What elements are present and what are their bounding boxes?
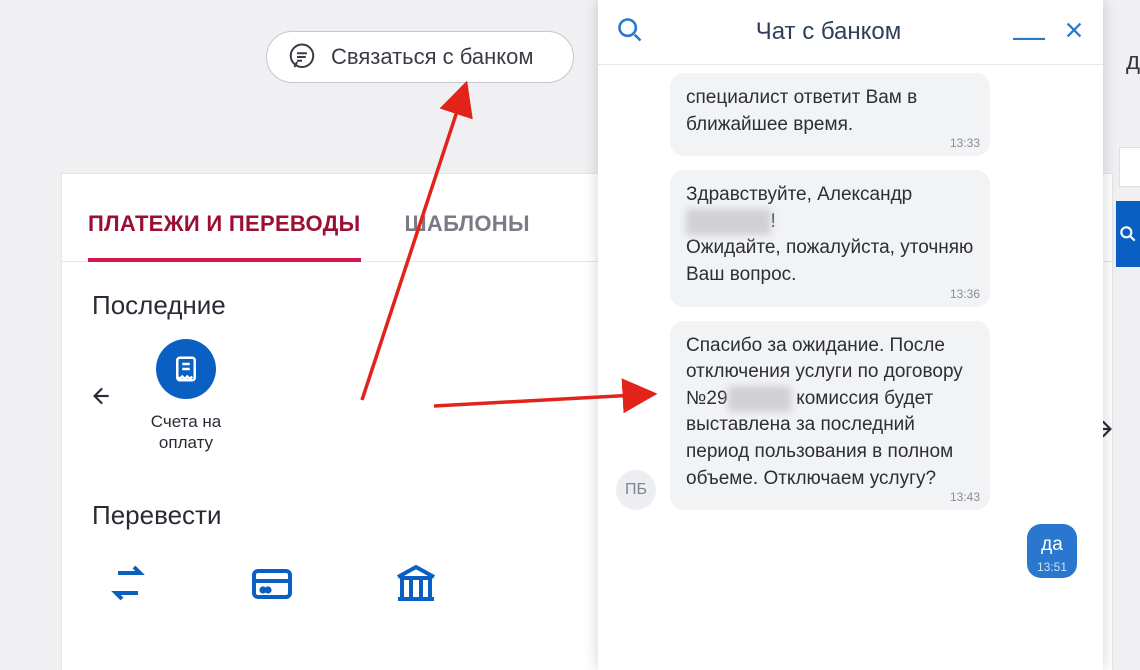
search-stub-button[interactable]: [1116, 201, 1140, 267]
close-button[interactable]: [1063, 19, 1085, 46]
redacted-text: ________: [686, 209, 771, 236]
chat-title: Чат с банком: [644, 18, 1013, 46]
chat-message: Здравствуйте, Александр ________! Ожидай…: [670, 170, 990, 306]
chat-message-text: !: [771, 211, 776, 232]
chat-message-text: специалист ответит Вам в ближайшее время…: [686, 87, 917, 135]
chat-message: специалист ответит Вам в ближайшее время…: [670, 73, 990, 156]
tab-payments[interactable]: ПЛАТЕЖИ И ПЕРЕВОДЫ: [88, 181, 361, 261]
chat-body: специалист ответит Вам в ближайшее время…: [598, 65, 1103, 670]
minimize-button[interactable]: —: [1013, 18, 1045, 55]
tile-label: Счета на оплату: [151, 411, 221, 454]
agent-avatar: ПБ: [616, 470, 656, 510]
chat-message-text: Здравствуйте, Александр: [686, 184, 912, 205]
contact-bank-button[interactable]: Связаться с банком: [266, 31, 574, 83]
contact-bank-label: Связаться с банком: [331, 44, 533, 70]
prev-button[interactable]: [80, 376, 120, 416]
chat-outgoing-message: да 13:51: [1027, 524, 1077, 578]
chat-search-button[interactable]: [616, 16, 644, 49]
chat-message-time: 13:43: [950, 489, 980, 506]
cropped-text: д: [1126, 48, 1140, 76]
chat-outgoing-time: 13:51: [1037, 560, 1067, 574]
chat-icon: [287, 42, 317, 72]
chat-outgoing-text: да: [1041, 534, 1063, 555]
redacted-text: ______: [728, 386, 791, 413]
chat-message-time: 13:36: [950, 286, 980, 303]
chat-message-time: 13:33: [950, 135, 980, 152]
tile-invoices[interactable]: Счета на оплату: [126, 339, 246, 454]
tab-templates[interactable]: ШАБЛОНЫ: [405, 181, 530, 261]
bg-sliver: [1120, 148, 1140, 186]
chat-message-text: Ожидайте, пожалуйста, уточняю Ваш вопрос…: [686, 237, 973, 285]
transfer-exchange-icon[interactable]: [104, 559, 152, 612]
chat-message: Спасибо за ожидание. После отключения ус…: [670, 321, 990, 511]
invoice-icon: [156, 339, 216, 399]
transfer-bank-icon[interactable]: [392, 559, 440, 612]
transfer-card-icon[interactable]: [248, 559, 296, 612]
chat-panel: Чат с банком — специалист ответит Вам в …: [598, 0, 1103, 670]
chat-header: Чат с банком —: [598, 0, 1103, 65]
